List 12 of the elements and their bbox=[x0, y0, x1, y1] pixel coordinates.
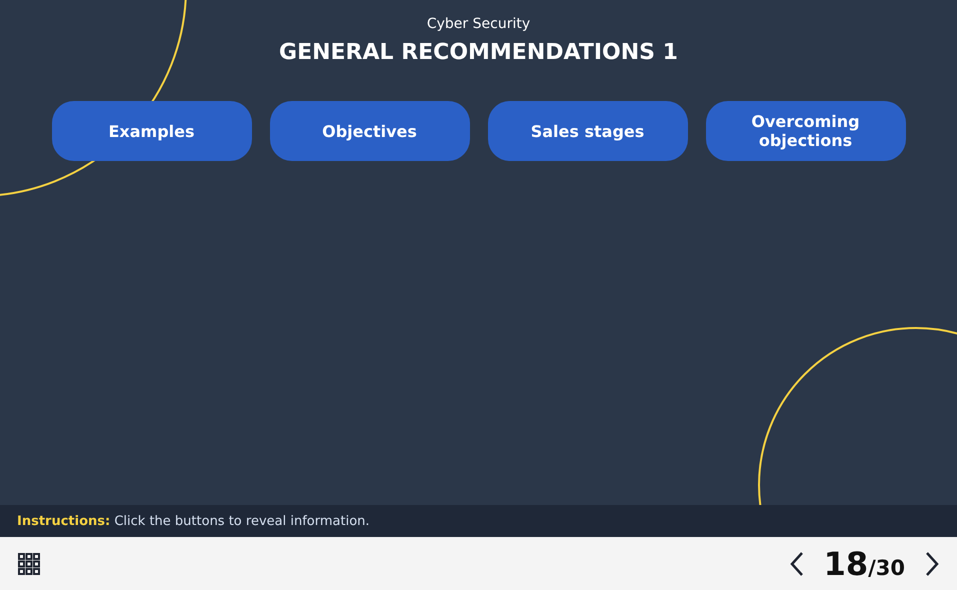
slide-heading: GENERAL RECOMMENDATIONS 1 bbox=[279, 40, 678, 65]
course-title: Cyber Security bbox=[426, 16, 530, 32]
menu-grid-icon[interactable] bbox=[18, 552, 40, 574]
instructions-text: Instructions: Click the buttons to reveal information. bbox=[17, 514, 370, 528]
page-number: 18 bbox=[824, 544, 868, 582]
topic-button[interactable]: Sales stages bbox=[488, 101, 688, 161]
previous-chevron-icon[interactable] bbox=[790, 550, 804, 576]
topic-button[interactable]: Overcoming objections bbox=[706, 101, 906, 161]
topic-button[interactable]: Examples bbox=[52, 101, 252, 161]
page-total: /30 bbox=[868, 556, 905, 580]
next-chevron-icon[interactable] bbox=[925, 550, 939, 576]
topic-button[interactable]: Objectives bbox=[270, 101, 470, 161]
